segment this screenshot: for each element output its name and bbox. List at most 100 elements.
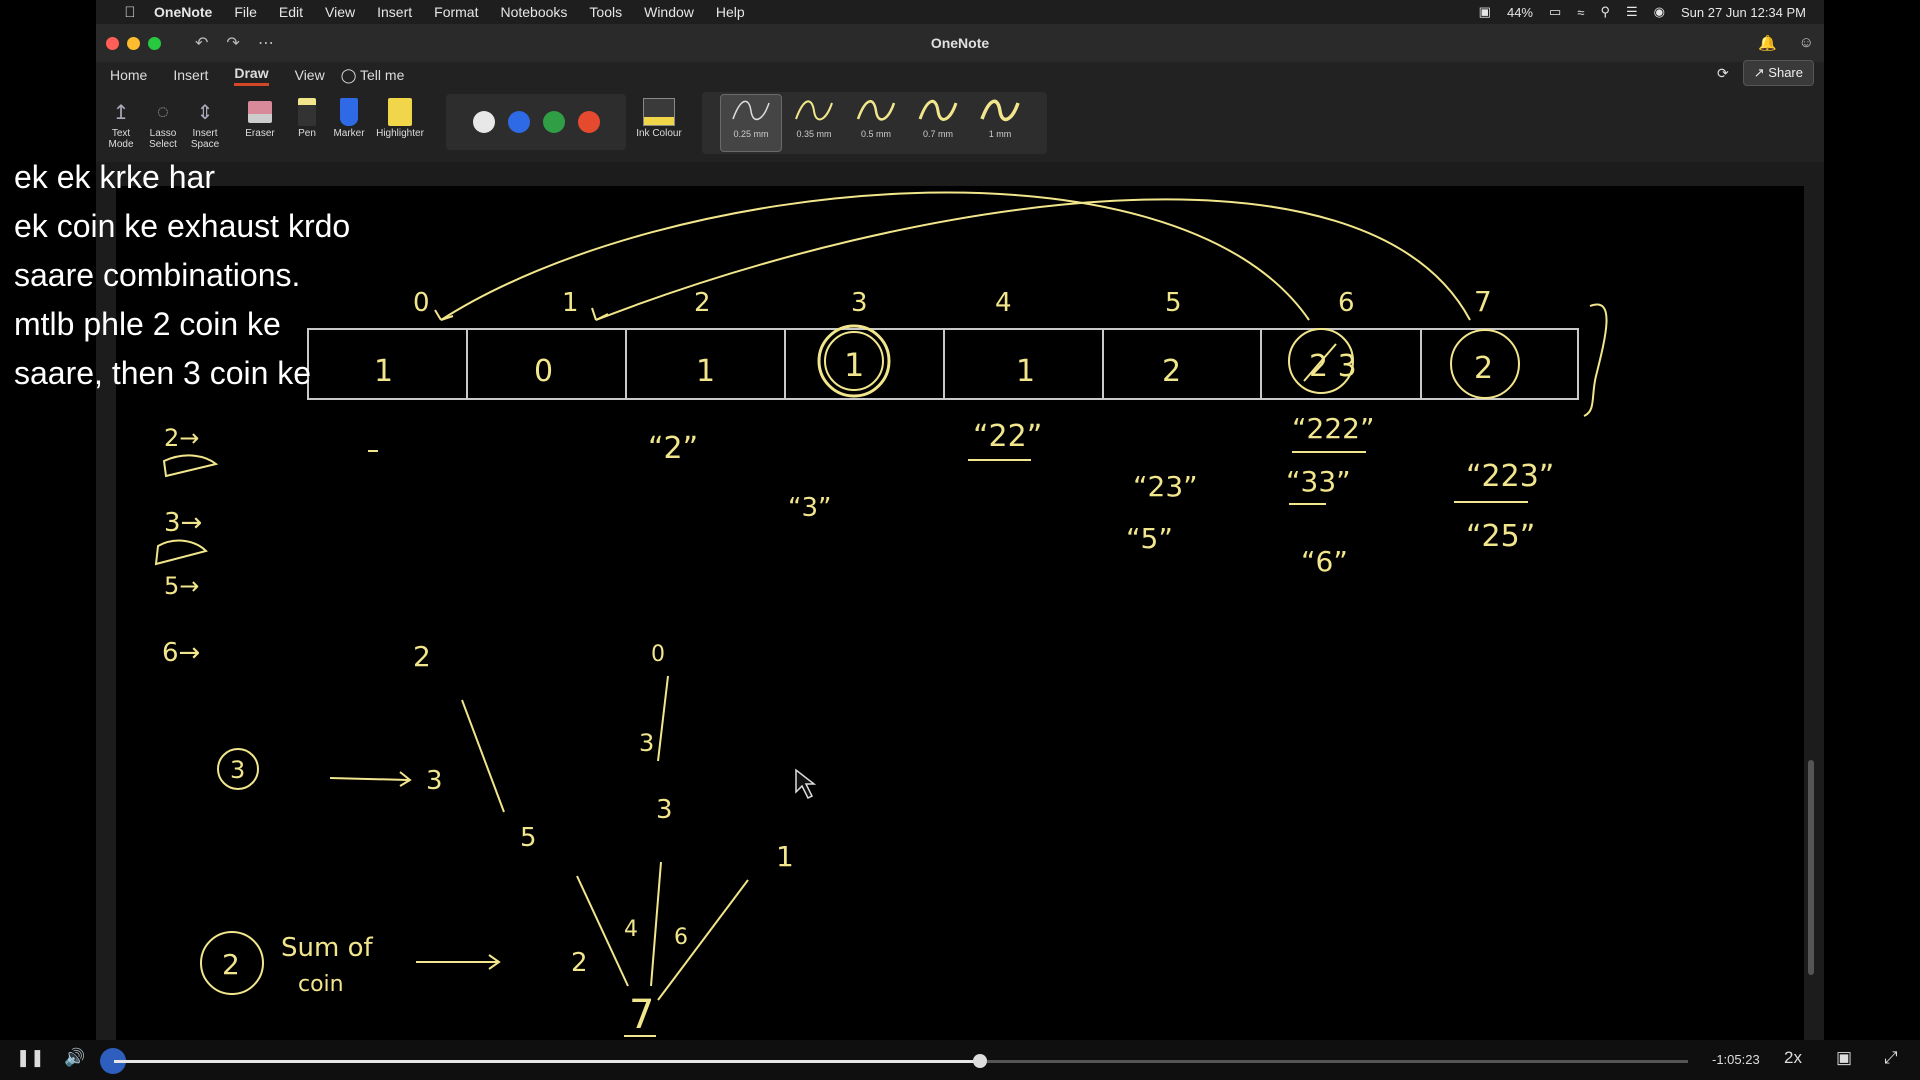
siri-icon[interactable]: ◉ [1654, 4, 1665, 20]
ink-left-note-6: 6→ [162, 638, 200, 668]
feedback-smiley-icon[interactable]: ☺ [1799, 34, 1814, 52]
ink-arrow [416, 954, 501, 970]
playback-speed[interactable]: 2x [1784, 1048, 1802, 1068]
battery-icon[interactable]: ▭ [1549, 4, 1561, 20]
menu-notebooks[interactable]: Notebooks [500, 4, 567, 20]
pen-size-1[interactable]: 1 mm [970, 95, 1030, 151]
tab-draw[interactable]: Draw [234, 65, 269, 86]
menu-insert[interactable]: Insert [377, 4, 412, 20]
text-cursor-icon: ↥ [112, 101, 130, 124]
color-swatch-green[interactable] [542, 111, 565, 133]
time-remaining: -1:05:23 [1712, 1052, 1760, 1067]
tab-view[interactable]: View [295, 67, 325, 83]
menu-format[interactable]: Format [434, 4, 478, 20]
pen-button[interactable]: Pen [288, 88, 326, 139]
ink-left-note-5: 5→ [164, 572, 199, 600]
lightbulb-icon: ◯ [340, 66, 357, 83]
ribbon-tabs: Home Insert Draw View ◯ Tell me ⟳ ↗ Shar… [96, 60, 1824, 88]
pause-icon[interactable]: ❚❚ [16, 1048, 45, 1068]
zoom-window-button[interactable] [148, 36, 161, 50]
ink-cell-7: 2 [1474, 351, 1493, 386]
tab-home[interactable]: Home [110, 67, 147, 83]
menu-file[interactable]: File [234, 4, 257, 20]
redo-icon[interactable]: ↷ [226, 33, 239, 53]
progress-track[interactable] [114, 1054, 1688, 1068]
text-mode-button[interactable]: ↥ Text Mode [102, 88, 140, 151]
status-icon[interactable]: ▣ [1479, 4, 1491, 20]
apple-icon[interactable]:  [118, 4, 142, 21]
notifications-bell-icon[interactable]: 🔔 [1758, 34, 1777, 52]
highlighter-button[interactable]: Highlighter [372, 88, 428, 139]
menu-window[interactable]: Window [644, 4, 694, 20]
insert-space-button[interactable]: ⇕ Insert Space [186, 88, 224, 151]
volume-icon[interactable]: 🔊 [64, 1048, 85, 1068]
tab-insert[interactable]: Insert [173, 67, 208, 83]
window-title: OneNote [930, 35, 990, 51]
pen-size-label: 0.35 mm [796, 129, 832, 139]
pen-stroke-icon [918, 100, 958, 121]
ink-cell-5: 2 [1162, 354, 1181, 389]
spotlight-search-icon[interactable]: ⚲ [1600, 4, 1610, 20]
ink-string-2: “2” [648, 431, 698, 466]
ink-tree-0: 0 [651, 642, 665, 667]
ink-drawing[interactable]: 0 1 2 3 4 5 6 7 1 0 1 1 1 2 2 3 2 “2” “3… [116, 186, 1804, 1040]
tell-me-search[interactable]: ◯ Tell me [341, 67, 405, 84]
ink-string-22: “22” [973, 419, 1042, 454]
minimize-window-button[interactable] [127, 36, 140, 50]
tell-me-label: Tell me [360, 66, 405, 83]
notes-overlay: ek ek krke har ek coin ke exhaust krdo s… [14, 153, 350, 398]
pen-size-0-5[interactable]: 0.5 mm [846, 95, 906, 151]
menu-edit[interactable]: Edit [279, 4, 303, 20]
color-swatch-white[interactable] [472, 111, 495, 133]
ink-tree-2b: 2 [571, 948, 588, 978]
color-palette [446, 94, 626, 150]
menu-app-name[interactable]: OneNote [154, 4, 212, 20]
ink-index-4: 4 [995, 288, 1012, 318]
ink-colour-button[interactable]: Ink Colour [634, 88, 684, 139]
pen-size-0-7[interactable]: 0.7 mm [908, 95, 968, 151]
marker-icon [330, 96, 368, 128]
picture-in-picture-icon[interactable]: ▣ [1836, 1048, 1852, 1068]
lasso-label: Lasso Select [149, 128, 177, 150]
eraser-button[interactable]: Eraser [236, 88, 284, 139]
more-options-icon[interactable]: ⋯ [258, 33, 274, 53]
marker-button[interactable]: Marker [330, 88, 368, 139]
ink-string-5: “5” [1126, 522, 1173, 555]
eraser-label: Eraser [245, 128, 275, 139]
pen-size-label: 0.5 mm [860, 129, 891, 139]
onenote-window: ↶ ↷ ⋯ OneNote 🔔 ☺ Home Insert Draw View … [96, 24, 1824, 1040]
pen-size-label: 0.25 mm [733, 129, 769, 139]
ink-scribble [154, 539, 208, 566]
pen-label: Pen [298, 128, 316, 139]
close-window-button[interactable] [106, 36, 119, 50]
undo-icon[interactable]: ↶ [195, 33, 208, 53]
menu-view[interactable]: View [325, 4, 355, 20]
control-center-icon[interactable]: ☰ [1626, 4, 1638, 20]
color-swatch-blue[interactable] [507, 111, 530, 133]
ink-left-note-2: 2→ [164, 424, 199, 452]
lasso-select-button[interactable]: ◌ Lasso Select [144, 88, 182, 151]
exit-fullscreen-icon[interactable]: ⤢ [1884, 1048, 1898, 1068]
ink-tree-7: 7 [629, 992, 654, 1038]
ink-tree-edge [657, 879, 749, 1001]
ink-scribble [162, 454, 219, 478]
menu-tools[interactable]: Tools [589, 4, 622, 20]
ink-index-1: 1 [562, 288, 579, 318]
menu-clock[interactable]: Sun 27 Jun 12:34 PM [1681, 5, 1806, 20]
progress-knob[interactable] [972, 1054, 987, 1068]
color-swatch-red[interactable] [577, 111, 600, 133]
ink-string-25: “25” [1466, 519, 1535, 554]
menu-help[interactable]: Help [716, 4, 745, 20]
pen-size-label: 0.7 mm [922, 129, 953, 139]
wifi-icon[interactable]: ≈ [1577, 5, 1584, 20]
share-button[interactable]: ↗ Share [1742, 60, 1814, 86]
vertical-scrollbar[interactable] [1808, 760, 1814, 975]
battery-percent: 44% [1506, 4, 1533, 20]
pen-size-0-25[interactable]: 0.25 mm [720, 94, 782, 152]
ink-tree-6: 6 [674, 925, 688, 950]
title-bar: ↶ ↷ ⋯ OneNote 🔔 ☺ [96, 24, 1824, 62]
ink-index-6: 6 [1338, 288, 1355, 318]
sync-icon[interactable]: ⟳ [1717, 65, 1729, 82]
pen-size-0-35[interactable]: 0.35 mm [784, 95, 844, 151]
note-canvas[interactable]: 0 1 2 3 4 5 6 7 1 0 1 1 1 2 2 3 2 “2” “3… [116, 186, 1804, 1040]
